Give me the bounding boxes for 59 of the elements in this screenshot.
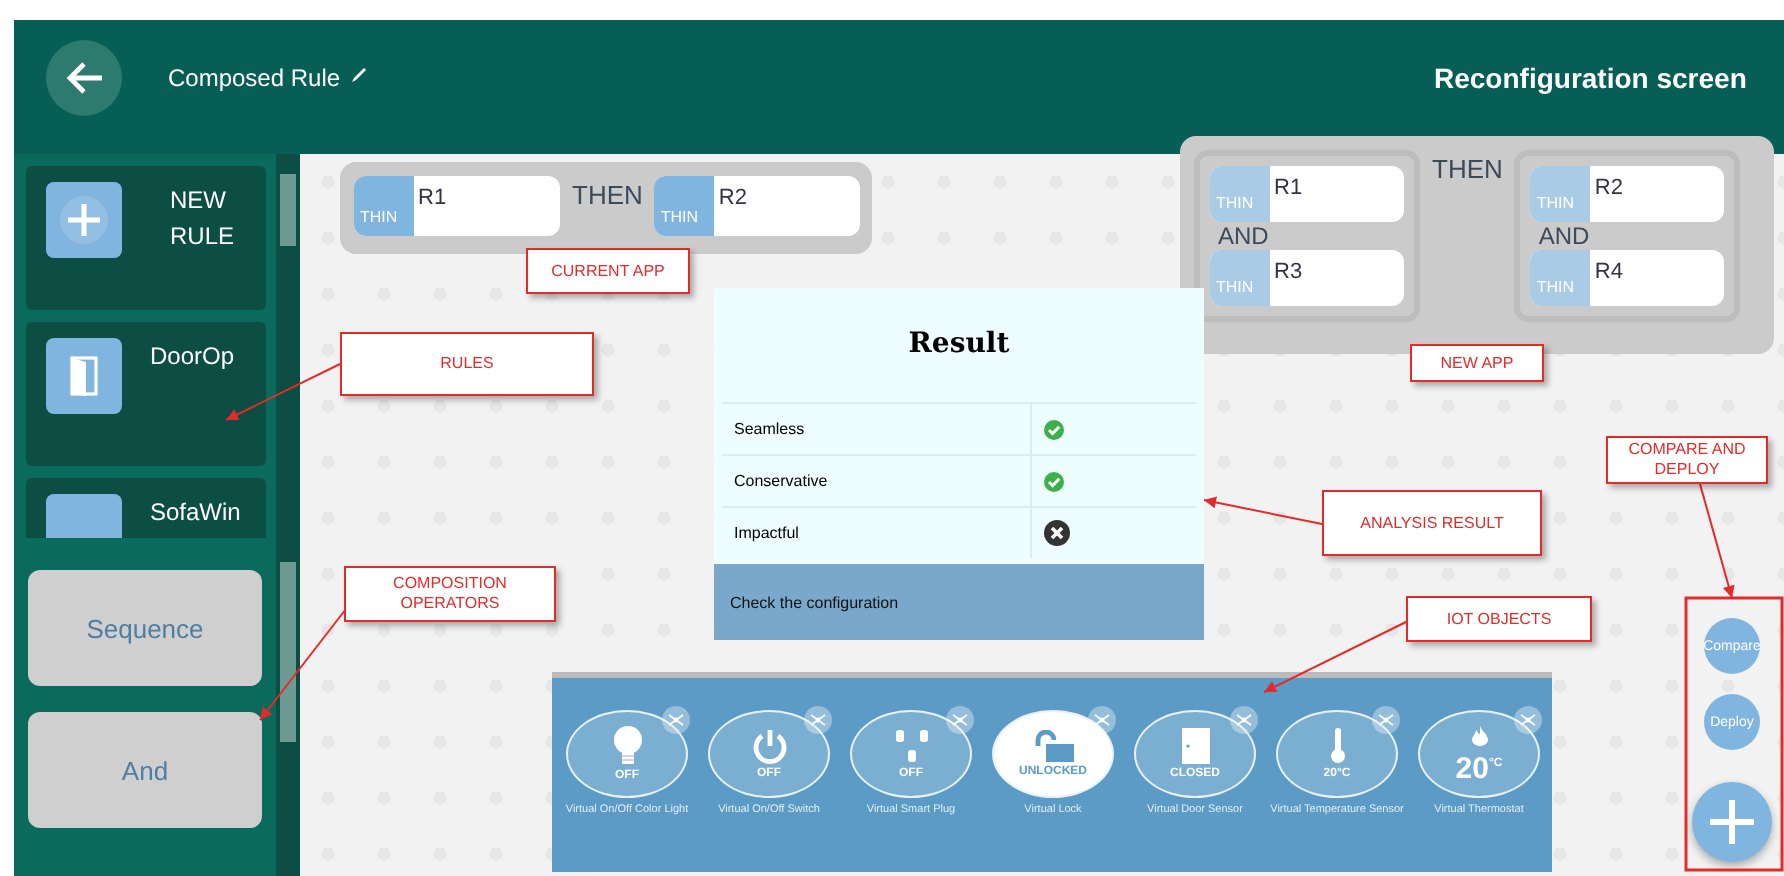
rule-name: DoorOp (150, 340, 235, 374)
network-icon[interactable] (1514, 706, 1542, 734)
operator-button[interactable]: And (28, 712, 262, 828)
annotation-label: COMPARE AND DEPLOY (1606, 436, 1768, 484)
scrollbar[interactable] (276, 538, 300, 876)
and-label: AND (1538, 222, 1592, 250)
annotation-arrow (1203, 496, 1323, 525)
network-icon[interactable] (804, 706, 832, 734)
table-cell: Impactful (722, 508, 1032, 558)
thermometer-icon (1329, 728, 1345, 764)
rule-chip[interactable]: THIN R2 (1530, 166, 1725, 222)
plus-icon (1708, 798, 1756, 846)
rule-chip[interactable]: THIN R1 (354, 176, 560, 236)
network-icon[interactable] (1372, 706, 1400, 734)
scrollbar[interactable] (276, 154, 300, 538)
rule-card[interactable]: DoorOp (26, 322, 266, 466)
annotation-label: RULES (340, 332, 594, 396)
annotation-label: ANALYSIS RESULT (1322, 490, 1542, 556)
back-button[interactable] (46, 39, 122, 115)
and-label: AND (1218, 222, 1271, 250)
annotation-label: NEW APP (1410, 344, 1544, 382)
door-icon (1181, 728, 1209, 764)
screen-title: Reconfiguration screen (1434, 61, 1749, 93)
rule-chip[interactable]: THIN R2 (654, 176, 861, 236)
outlet-icon (893, 728, 929, 764)
network-icon[interactable] (1230, 706, 1258, 734)
then-label: THEN (572, 180, 643, 210)
flame-icon (1471, 725, 1487, 745)
rule-card[interactable]: SofaWin (26, 478, 266, 538)
unlocked-padlock-icon (1031, 730, 1075, 762)
rule-chip[interactable]: THIN R4 (1530, 250, 1725, 306)
annotation-arrow (1699, 483, 1735, 599)
rule-chip[interactable]: THIN R1 (1210, 166, 1404, 222)
result-title: Result (906, 326, 1012, 364)
table-cell: Seamless (722, 404, 1032, 454)
operator-button[interactable]: Sequence (28, 570, 262, 686)
device-button[interactable]: 20$^{°C}$ (1418, 710, 1540, 798)
footer-text: Check the configuration (730, 593, 899, 611)
rule-card[interactable]: NEW RULE (26, 166, 266, 310)
annotation-label: COMPOSITION OPERATORS (344, 566, 556, 622)
plus-icon (46, 182, 122, 258)
bulb-icon (611, 726, 643, 766)
rule-name: NEW RULE (170, 184, 237, 254)
rule-title: Composed Rule (168, 63, 341, 91)
temperature-value: 20$^{°C}$ (1455, 749, 1503, 783)
add-button[interactable] (1692, 782, 1772, 862)
annotation-label: CURRENT APP (526, 248, 690, 294)
rule-name: SofaWin (150, 496, 241, 530)
rule-chip[interactable]: THIN R3 (1210, 250, 1404, 306)
pencil-icon[interactable] (350, 66, 369, 84)
then-label: THEN (1432, 154, 1503, 184)
annotation-label: IOT OBJECTS (1406, 596, 1592, 642)
power-icon (751, 728, 787, 764)
table-cell: Conservative (722, 456, 1032, 506)
door-icon (46, 338, 122, 414)
network-icon[interactable] (946, 706, 974, 734)
network-icon[interactable] (662, 706, 690, 734)
back-arrow-icon (64, 59, 104, 95)
network-icon[interactable] (1088, 706, 1116, 734)
